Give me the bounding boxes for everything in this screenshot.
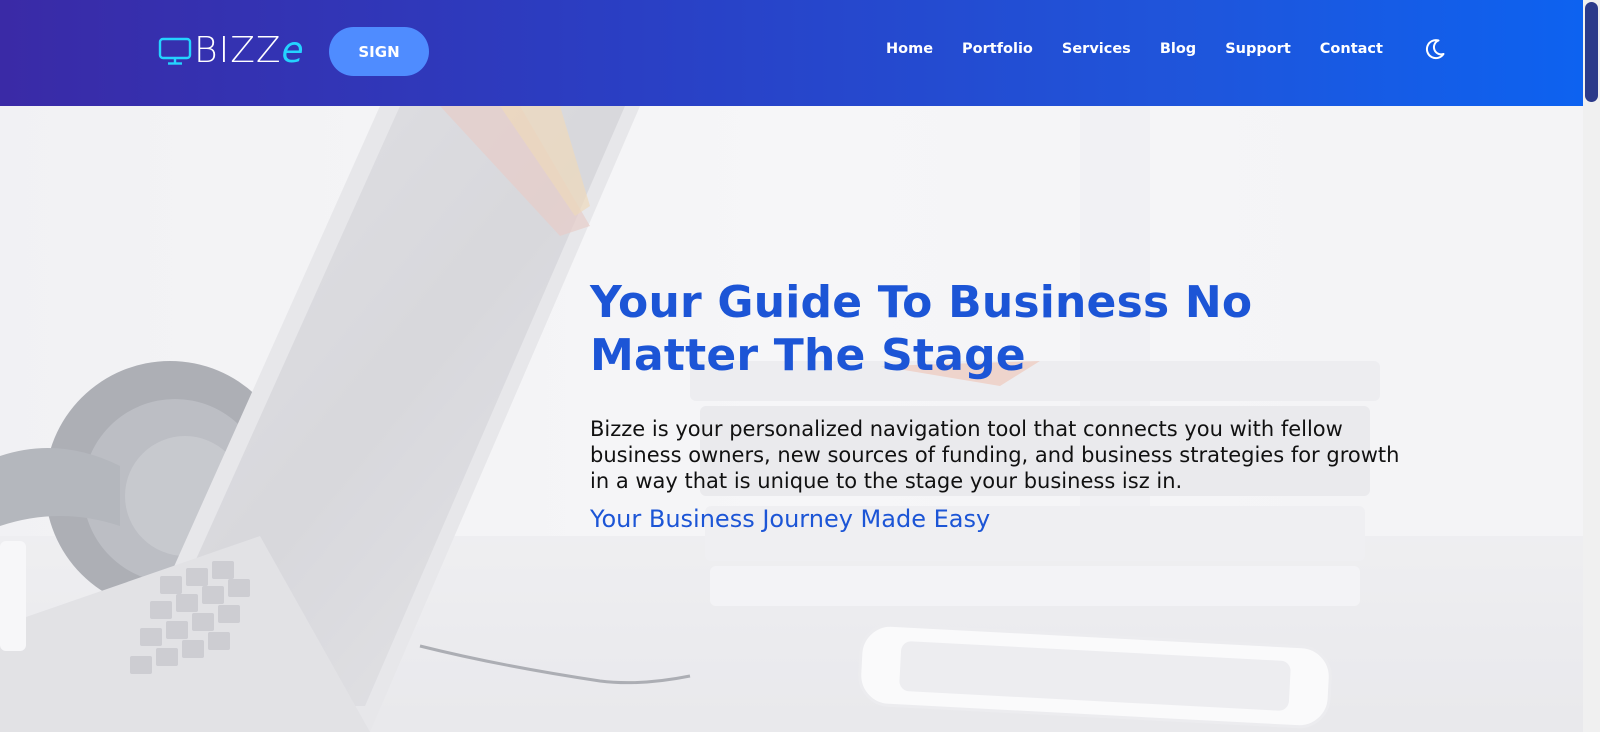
- nav-portfolio[interactable]: Portfolio: [962, 38, 1033, 60]
- hero-title: Your Guide To Business No Matter The Sta…: [590, 277, 1253, 381]
- monitor-icon: [158, 37, 192, 65]
- nav-services[interactable]: Services: [1062, 38, 1131, 60]
- logo-wordmark: BIZZe: [194, 31, 305, 71]
- page: BIZZe SIGN Home Portfolio Services Blog …: [0, 0, 1600, 732]
- sign-button[interactable]: SIGN: [329, 27, 429, 76]
- logo-text-accent: e: [281, 30, 305, 71]
- hero-tagline: Your Business Journey Made Easy: [590, 505, 991, 533]
- hero-section: Your Guide To Business No Matter The Sta…: [0, 106, 1583, 732]
- hero-description: Bizze is your personalized navigation to…: [590, 417, 1400, 493]
- nav-contact[interactable]: Contact: [1320, 38, 1383, 60]
- main-nav: Home Portfolio Services Blog Support Con…: [886, 38, 1412, 60]
- page-scrollbar[interactable]: [1583, 0, 1600, 732]
- brand-logo[interactable]: BIZZe: [158, 31, 305, 71]
- nav-support[interactable]: Support: [1225, 38, 1291, 60]
- site-header: BIZZe SIGN Home Portfolio Services Blog …: [0, 0, 1583, 106]
- nav-blog[interactable]: Blog: [1160, 38, 1196, 60]
- nav-home[interactable]: Home: [886, 38, 933, 60]
- logo-text-main: BIZZ: [194, 30, 282, 71]
- moon-icon[interactable]: [1423, 37, 1447, 61]
- scrollbar-thumb[interactable]: [1585, 2, 1598, 102]
- hero-content: Your Guide To Business No Matter The Sta…: [590, 276, 1410, 534]
